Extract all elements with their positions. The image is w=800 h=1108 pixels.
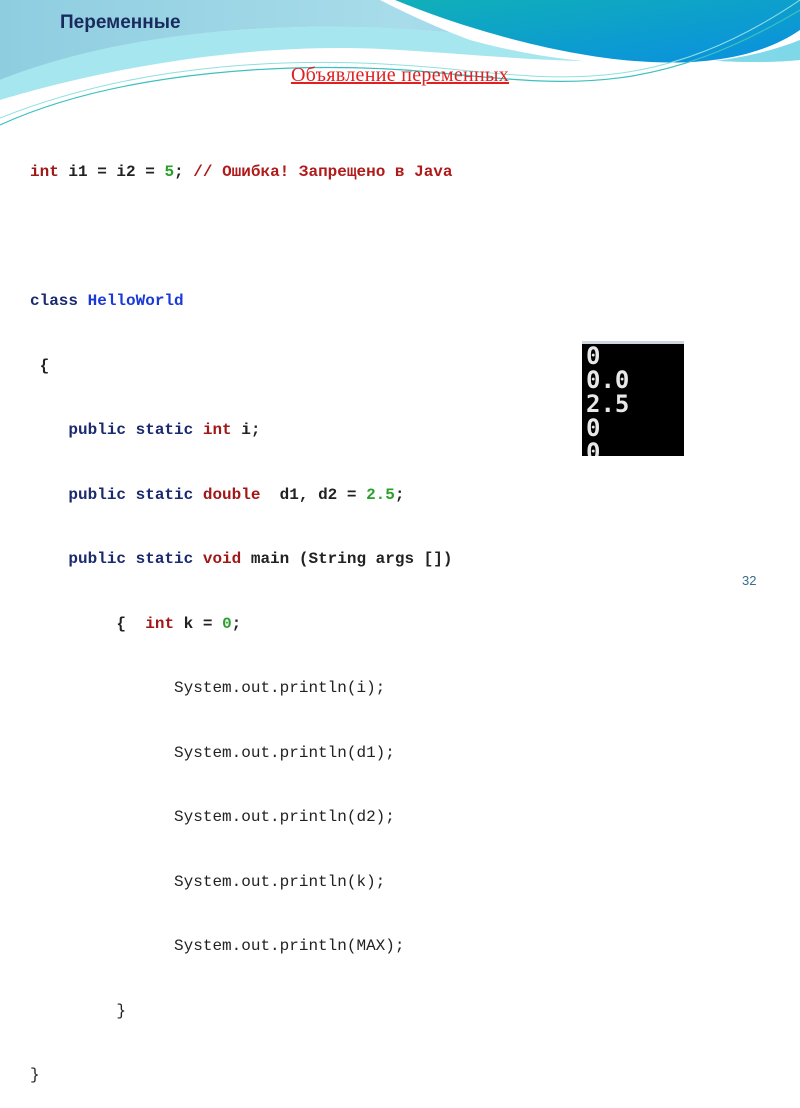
code-text: System.out.println(k); <box>174 872 386 891</box>
slide-title: Переменные <box>60 12 181 33</box>
code-line: public static int i; <box>30 416 453 445</box>
code-line: System.out.println(MAX); <box>30 932 453 961</box>
code-line: public static double d1, d2 = 2.5; <box>30 481 453 510</box>
keyword: int <box>193 421 232 439</box>
code-text: } <box>30 1066 40 1084</box>
code-line: public static void main (String args []) <box>30 545 453 574</box>
page-number: 32 <box>742 573 757 588</box>
code-text: i1 = i2 = <box>58 163 165 181</box>
number-literal: 0 <box>222 614 232 633</box>
console-line: 0 <box>586 414 601 442</box>
code-text: System.out.println(i); <box>174 679 386 697</box>
code-text: { <box>116 614 146 633</box>
keyword: double <box>193 485 261 504</box>
class-name: HelloWorld <box>78 292 184 310</box>
code-line: { int k = 0; <box>30 610 453 639</box>
number-literal: 5 <box>164 163 175 181</box>
keyword: class <box>30 292 79 310</box>
code-comment: // Ошибка! Запрещено в Java <box>183 163 453 181</box>
keyword: public static <box>68 485 194 504</box>
code-line: class HelloWorld <box>30 287 453 316</box>
keyword: public static <box>68 550 194 568</box>
code-text: ; <box>394 485 405 504</box>
code-text: i; <box>231 421 261 439</box>
number-literal: 2.5 <box>366 485 395 504</box>
code-text: k = <box>174 614 223 633</box>
code-line: System.out.println(d2); <box>30 803 453 832</box>
keyword: void <box>193 550 242 568</box>
code-line: System.out.println(i); <box>30 674 453 703</box>
code-line: } <box>30 1061 453 1090</box>
slide-subtitle: Объявление переменных <box>290 64 510 86</box>
console-line: 0.0 <box>586 366 630 394</box>
keyword: int <box>145 614 175 633</box>
code-text: ; <box>174 163 184 181</box>
console-line: 0 <box>586 342 601 370</box>
console-line: 0 <box>586 438 601 456</box>
keyword: int <box>30 163 59 181</box>
code-line: { <box>30 352 453 381</box>
code-text: ; <box>231 614 242 633</box>
console-output: 0 0.0 2.5 0 0 <box>582 341 684 456</box>
console-line: 2.5 <box>586 390 630 418</box>
code-text: { <box>30 356 50 375</box>
code-line: } <box>30 997 453 1026</box>
code-text: } <box>116 1001 127 1020</box>
code-text: System.out.println(d1); <box>174 743 395 762</box>
code-line: System.out.println(d1); <box>30 739 453 768</box>
code-block: int i1 = i2 = 5; // Ошибка! Запрещено в … <box>30 122 453 1108</box>
code-line: System.out.println(k); <box>30 868 453 897</box>
code-text: main (String args []) <box>241 550 453 568</box>
code-line: int i1 = i2 = 5; // Ошибка! Запрещено в … <box>30 158 453 187</box>
code-text: System.out.println(MAX); <box>174 937 405 955</box>
code-text: System.out.println(d2); <box>174 808 395 826</box>
keyword: public static <box>68 421 194 439</box>
code-text: d1, d2 = <box>260 485 367 504</box>
